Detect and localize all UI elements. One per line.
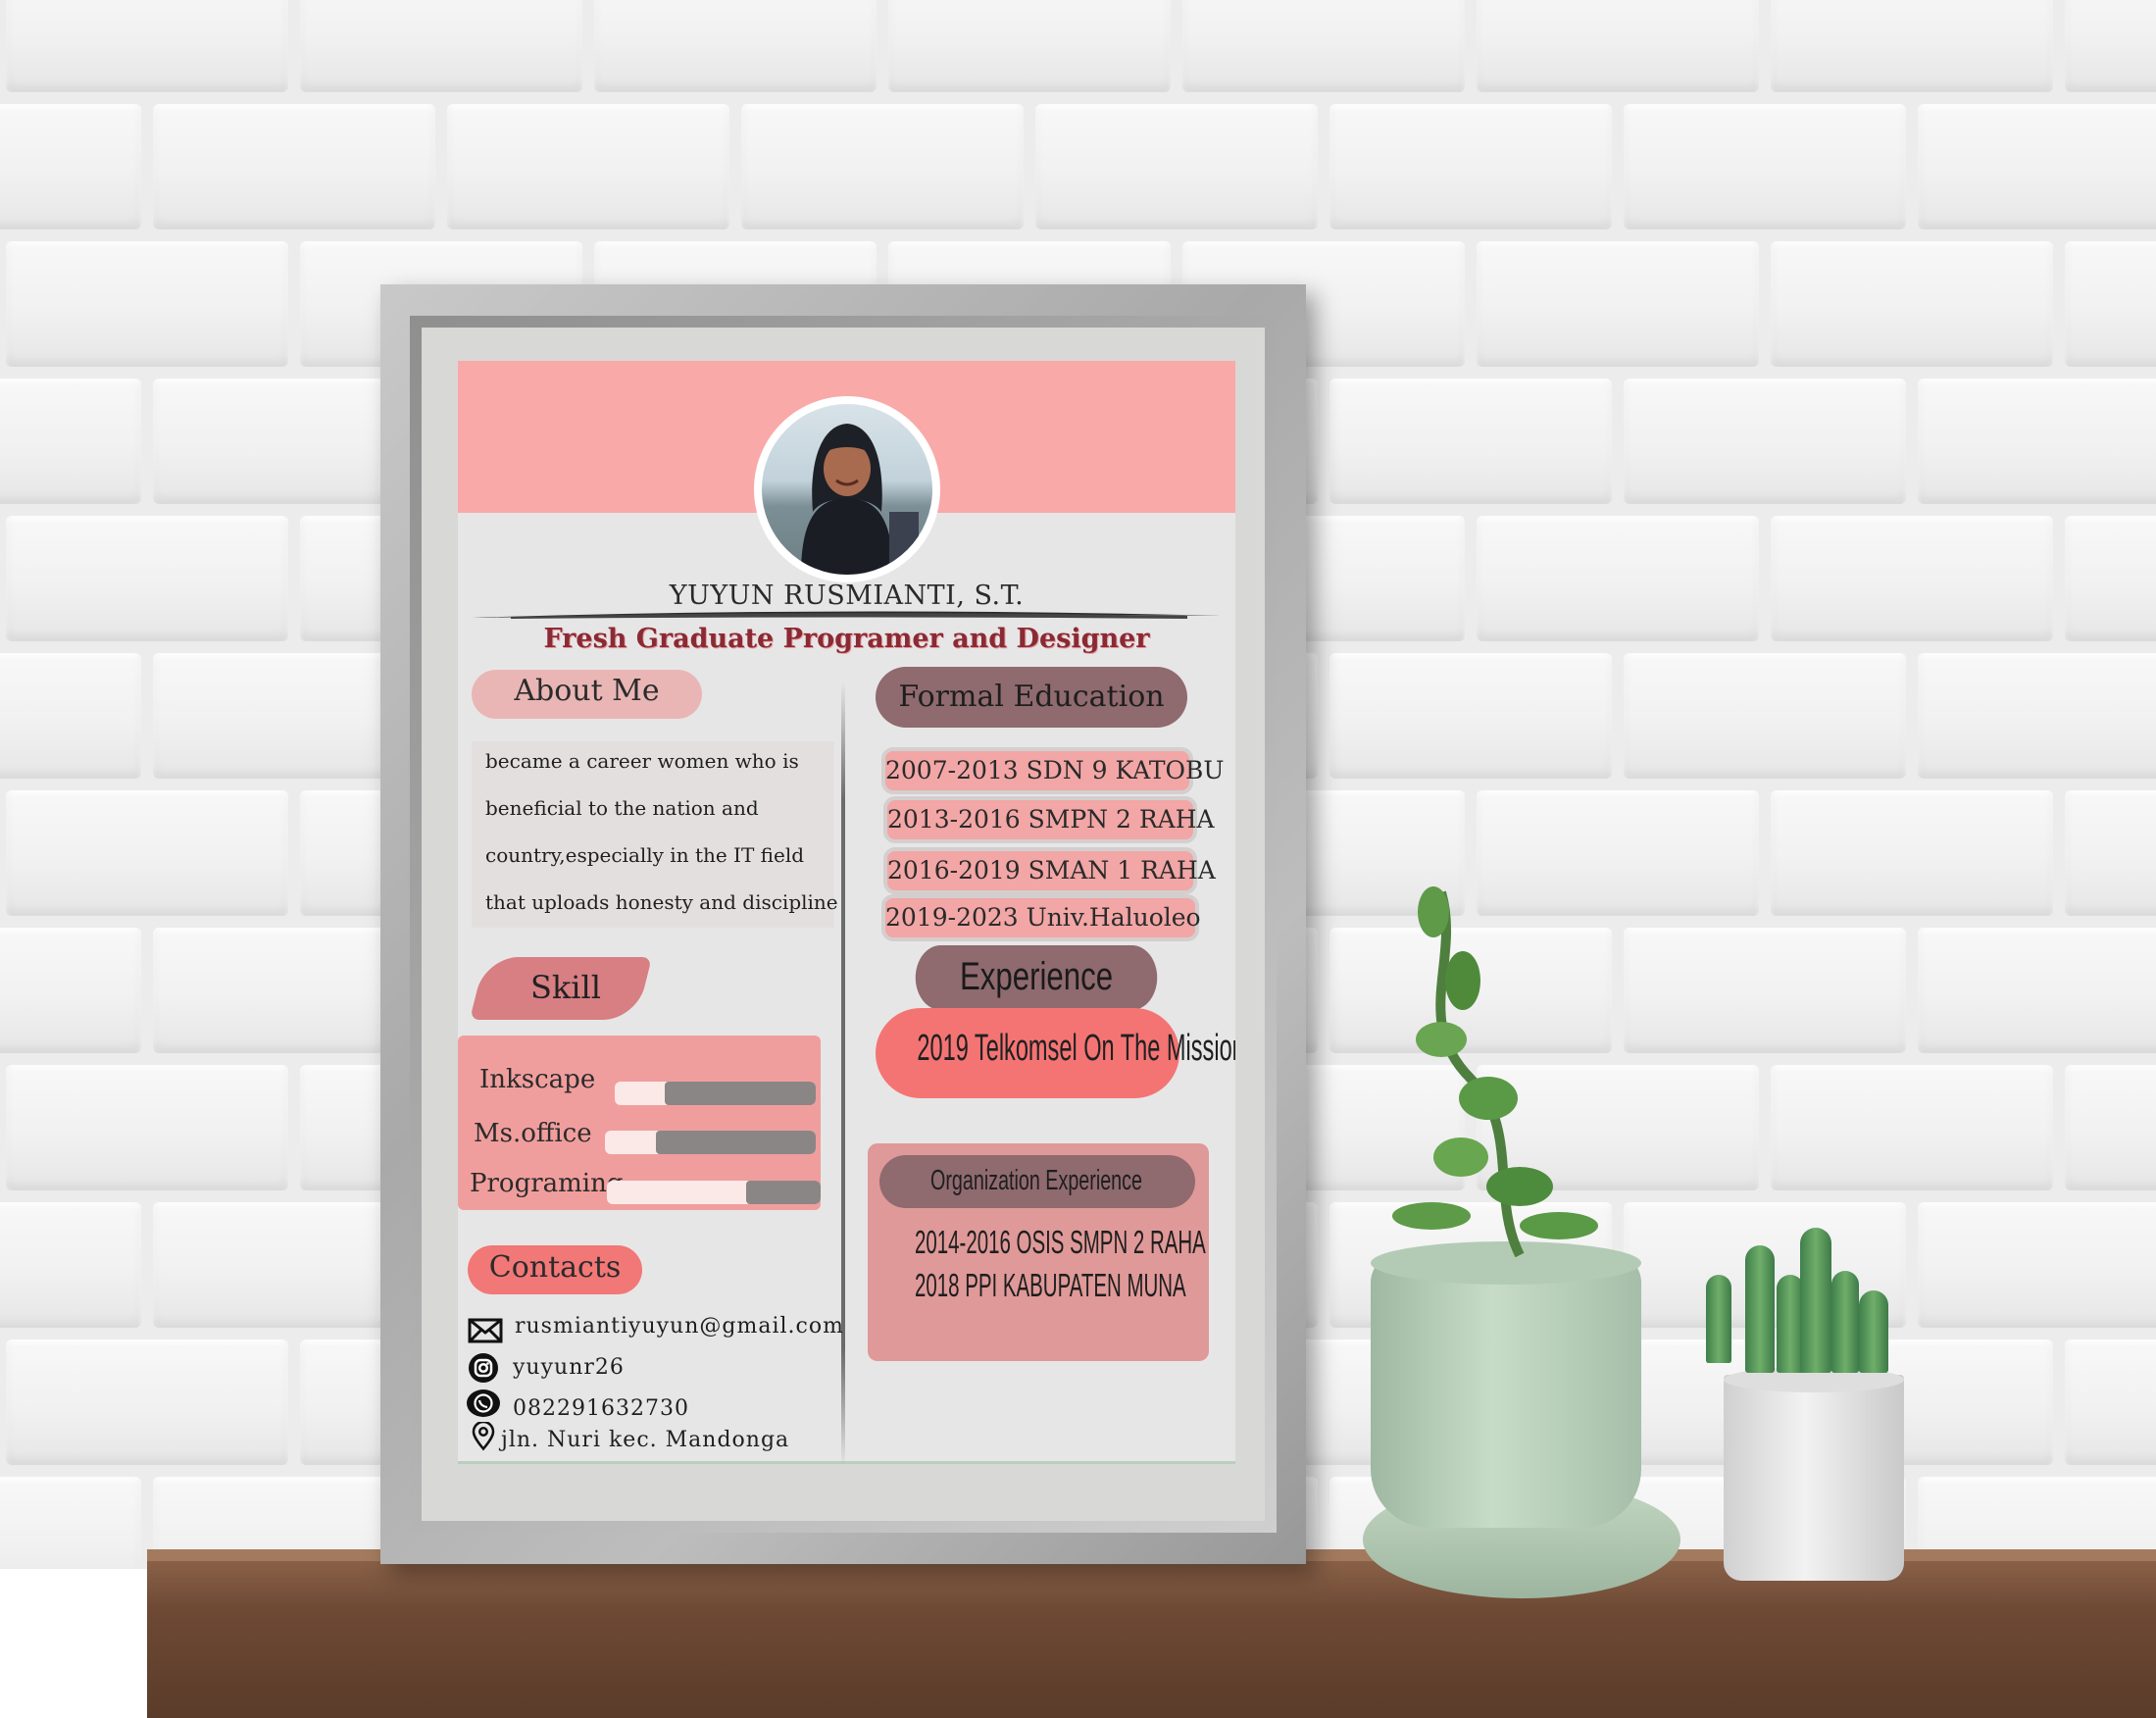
wall-brick	[0, 653, 141, 779]
wall-brick	[6, 516, 288, 641]
about-line: became a career women who is	[485, 749, 799, 773]
wall-brick	[594, 0, 877, 92]
wall-brick	[741, 104, 1024, 229]
wall-brick	[1329, 653, 1612, 779]
wall-brick	[1918, 379, 2156, 504]
wall-brick	[888, 0, 1171, 92]
mail-icon	[468, 1318, 503, 1343]
wall-brick	[2065, 790, 2156, 916]
green-plant-pot	[1371, 1253, 1641, 1528]
profile-photo	[762, 404, 932, 575]
succulent-plant-icon	[1392, 886, 1598, 1258]
experience-heading: Experience	[915, 945, 1158, 1010]
wall-brick	[1918, 928, 2156, 1053]
education-item: 2016-2019 SMAN 1 RAHA	[883, 847, 1216, 894]
wall-brick	[6, 790, 288, 916]
contact-email[interactable]: rusmiantiyuyun@gmail.com	[515, 1314, 844, 1339]
skill-bar	[605, 1131, 816, 1154]
wall-brick	[1771, 790, 2053, 916]
cactus-stem	[1800, 1228, 1831, 1373]
wall-brick	[1624, 104, 1906, 229]
about-heading: About Me	[472, 670, 702, 719]
cactus-stem	[1831, 1271, 1859, 1373]
location-pin-icon	[472, 1422, 495, 1451]
about-line: that uploads honesty and discipline	[485, 890, 838, 914]
person-portrait-icon	[801, 424, 919, 575]
wall-brick	[1624, 653, 1906, 779]
poster-bottom-strip	[458, 1461, 1235, 1464]
wall-brick	[1329, 104, 1612, 229]
cactus-stem	[1706, 1275, 1731, 1363]
wall-brick	[1477, 241, 1759, 367]
skill-bar-fill	[665, 1082, 816, 1105]
wall-brick	[1477, 0, 1759, 92]
wall-brick	[6, 1065, 288, 1190]
cactus-stem	[1859, 1290, 1888, 1373]
skill-bar-fill	[655, 1131, 816, 1154]
instagram-icon	[469, 1353, 498, 1383]
whatsapp-icon	[467, 1390, 500, 1417]
wall-brick	[0, 1202, 141, 1328]
skill-box: Inkscape Ms.office Programing	[458, 1036, 821, 1210]
wall-brick	[1771, 1065, 2053, 1190]
cactus-stem	[1745, 1245, 1775, 1373]
education-item: 2013-2016 SMPN 2 RAHA	[883, 796, 1215, 843]
wall-brick	[1182, 0, 1465, 92]
wall-brick	[447, 104, 729, 229]
wall-brick	[1329, 379, 1612, 504]
wall-brick	[2065, 0, 2156, 92]
skill-bar	[615, 1082, 816, 1105]
resume-subtitle: Fresh Graduate Programer and Designer	[543, 624, 1150, 654]
about-line: beneficial to the nation and	[485, 796, 759, 820]
wooden-table	[147, 1561, 2156, 1718]
white-cactus-pot	[1724, 1375, 1904, 1581]
name-underline-swoosh	[472, 611, 1222, 619]
contact-whatsapp[interactable]: 082291632730	[513, 1396, 689, 1421]
wall-brick	[2065, 1065, 2156, 1190]
wall-brick	[1477, 516, 1759, 641]
wall-brick	[6, 241, 288, 367]
organization-heading: Organization Experience	[930, 1165, 1142, 1196]
skill-bar-fill	[745, 1181, 821, 1204]
contact-instagram[interactable]: yuyunr26	[513, 1355, 625, 1380]
about-text-box: became a career women who is beneficial …	[472, 741, 838, 928]
wall-brick	[1918, 1202, 2156, 1328]
wall-brick	[300, 0, 582, 92]
wall-brick	[0, 928, 141, 1053]
wall-brick	[1771, 516, 2053, 641]
wall-brick	[1918, 653, 2156, 779]
resume-poster: YUYUN RUSMIANTI, S.T. Fresh Graduate Pro…	[458, 361, 1235, 1464]
wall-brick	[6, 0, 288, 92]
organization-item: 2014-2016 OSIS SMPN 2 RAHA	[915, 1224, 1206, 1260]
organization-item: 2018 PPI KABUPATEN MUNA	[915, 1267, 1186, 1303]
wall-brick	[1771, 0, 2053, 92]
skill-name: Inkscape	[479, 1065, 596, 1094]
wall-brick	[0, 104, 141, 229]
wall-brick	[2065, 516, 2156, 641]
education-item: 2019-2023 Univ.Haluoleo	[881, 894, 1201, 941]
wall-brick	[6, 1339, 288, 1465]
skill-name: Programing	[470, 1169, 624, 1198]
education-heading: Formal Education	[876, 667, 1187, 728]
resume-name: YUYUN RUSMIANTI, S.T.	[669, 581, 1025, 611]
about-line: country,especially in the IT field	[485, 843, 805, 867]
wall-brick	[1771, 241, 2053, 367]
skill-name: Ms.office	[474, 1119, 592, 1148]
wall-brick	[2065, 241, 2156, 367]
wall-brick	[1918, 104, 2156, 229]
wall-brick	[1624, 379, 1906, 504]
wall-brick	[0, 379, 141, 504]
education-item: 2007-2013 SDN 9 KATOBU	[881, 747, 1224, 794]
wall-brick	[2065, 1339, 2156, 1465]
column-divider	[841, 682, 845, 1464]
wall-brick	[153, 104, 435, 229]
skill-bar	[607, 1181, 821, 1204]
wall-brick	[1035, 104, 1318, 229]
experience-item: 2019 Telkomsel On The Mission	[917, 1028, 1235, 1069]
wall-brick	[1624, 928, 1906, 1053]
contact-address: jln. Nuri kec. Mandonga	[501, 1428, 790, 1452]
wall-brick	[0, 1477, 141, 1569]
contacts-heading: Contacts	[468, 1245, 642, 1294]
skill-heading: Skill	[529, 969, 601, 1006]
